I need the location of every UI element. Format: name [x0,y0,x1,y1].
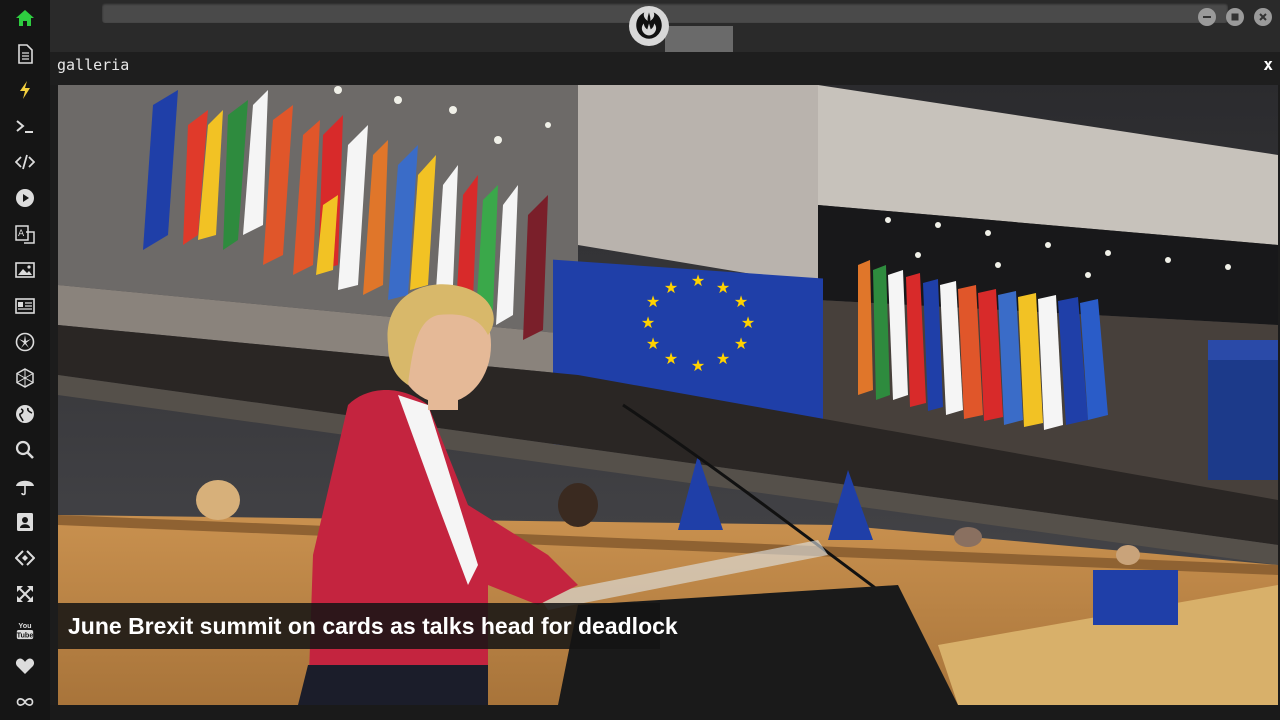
minimize-button[interactable] [1198,8,1216,26]
infinity-icon[interactable] [9,689,41,715]
hexagon-icon[interactable] [9,365,41,391]
rebel-alliance-icon[interactable] [9,329,41,355]
document-icon[interactable] [9,41,41,67]
maximize-button[interactable] [1226,8,1244,26]
code-tag-icon[interactable] [9,545,41,571]
play-icon[interactable] [9,185,41,211]
translate-icon[interactable]: A [9,221,41,247]
globe-icon[interactable] [9,401,41,427]
svg-text:★: ★ [691,271,705,290]
active-tab-indicator[interactable] [665,26,733,52]
expand-icon[interactable] [9,581,41,607]
svg-text:A: A [18,229,25,239]
rebel-logo-icon[interactable] [629,6,669,46]
svg-text:Tube: Tube [17,630,34,639]
close-gallery-button[interactable]: x [1263,55,1273,74]
image-icon[interactable] [9,257,41,283]
home-icon[interactable] [9,5,41,31]
svg-text:★: ★ [664,349,678,368]
window-close-button[interactable] [1254,8,1272,26]
code-icon[interactable] [9,149,41,175]
heart-icon[interactable] [9,653,41,679]
svg-text:★: ★ [741,313,755,332]
window-title: galleria [57,56,130,74]
news-icon[interactable] [9,293,41,319]
umbrella-icon[interactable] [9,473,41,499]
contact-card-icon[interactable] [9,509,41,535]
svg-text:★: ★ [664,278,678,297]
svg-text:★: ★ [646,334,660,353]
svg-text:★: ★ [646,292,660,311]
bottom-strip [50,705,1280,720]
photo-caption: June Brexit summit on cards as talks hea… [58,603,678,649]
svg-text:★: ★ [734,292,748,311]
svg-text:You: You [18,621,31,630]
lightning-icon[interactable] [9,77,41,103]
search-icon[interactable] [9,437,41,463]
terminal-icon[interactable] [9,113,41,139]
svg-text:★: ★ [641,313,655,332]
svg-text:★: ★ [716,278,730,297]
gallery-title-bar: galleria x [50,52,1280,85]
svg-text:★: ★ [734,334,748,353]
app-sidebar: A You Tube [0,0,50,720]
svg-text:★: ★ [691,356,705,375]
youtube-icon[interactable]: You Tube [9,617,41,643]
svg-text:★: ★ [716,349,730,368]
